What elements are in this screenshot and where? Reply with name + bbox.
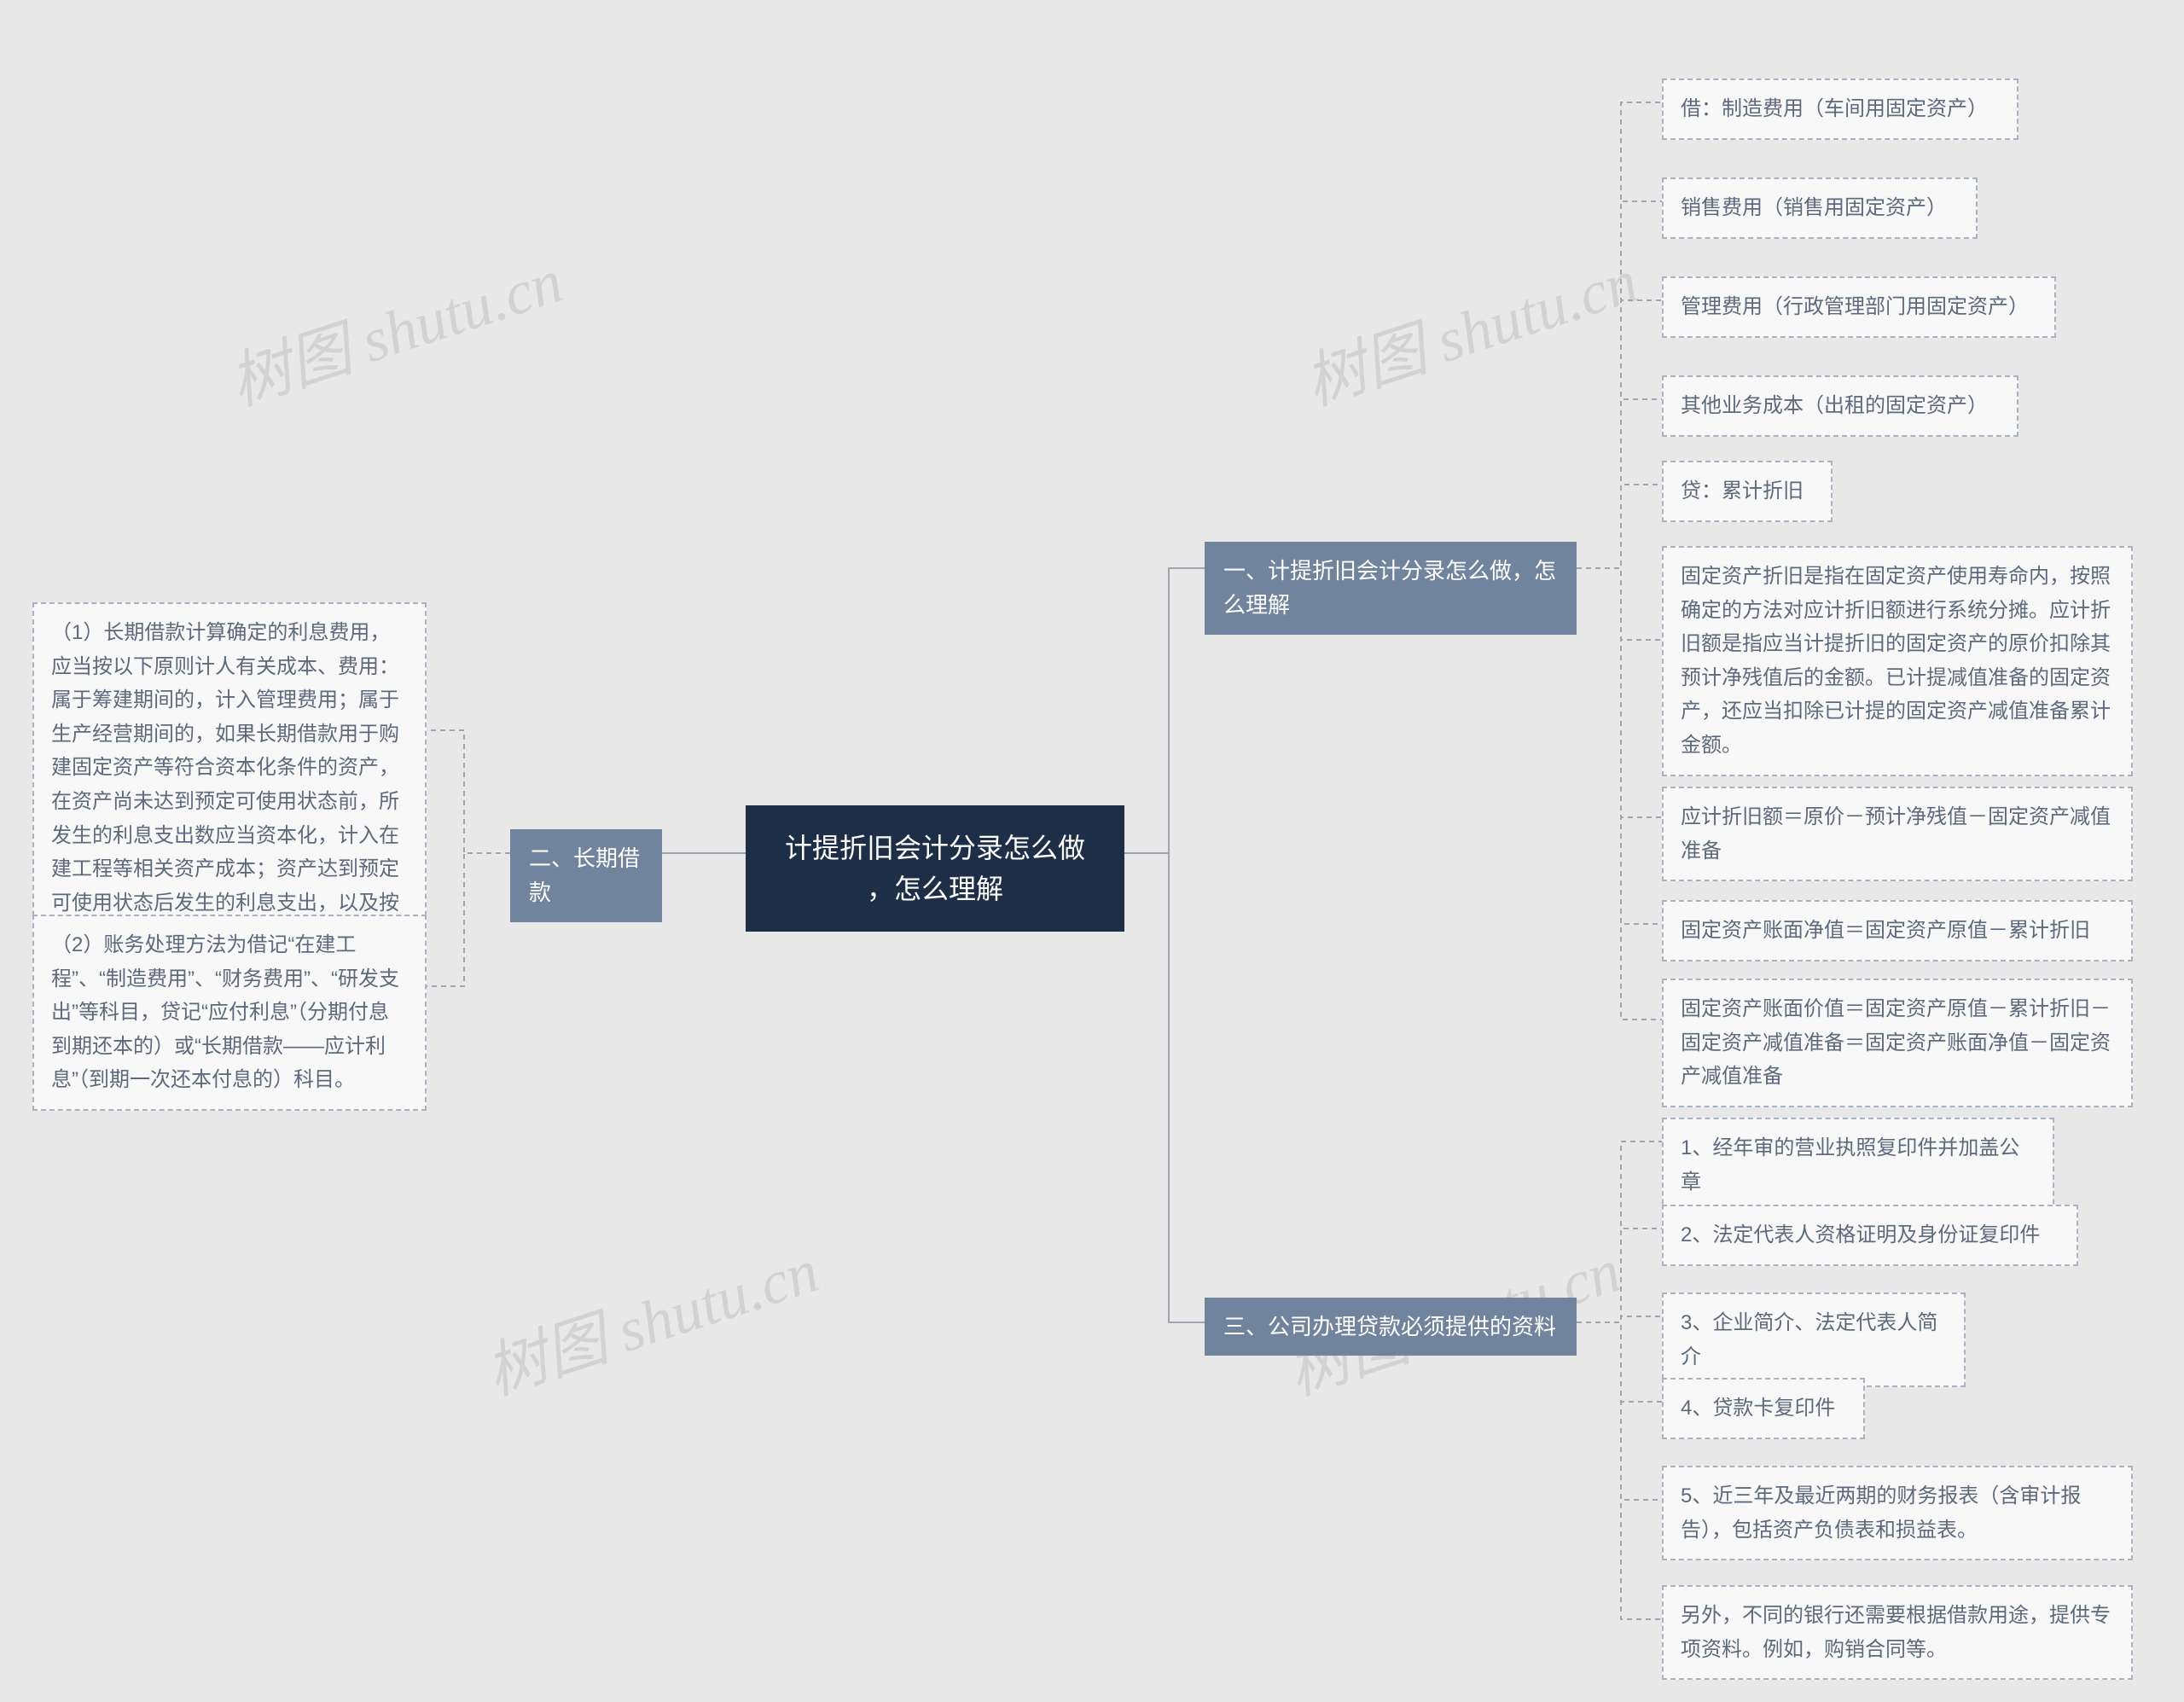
- leaf-b1-5: 固定资产折旧是指在固定资产使用寿命内，按照确定的方法对应计折旧额进行系统分摊。应…: [1662, 546, 2133, 776]
- leaf-b2-1: （2）账务处理方法为借记“在建工程”、“制造费用”、“财务费用”、“研发支出”等…: [32, 915, 427, 1111]
- root-title: 计提折旧会计分录怎么做 ，怎么理解: [785, 833, 1085, 904]
- leaf-b3-0: 1、经年审的营业执照复印件并加盖公章: [1662, 1118, 2054, 1212]
- branch-loan-materials: 三、公司办理贷款必须提供的资料: [1205, 1298, 1577, 1356]
- leaf-b1-7: 固定资产账面净值＝固定资产原值－累计折旧: [1662, 900, 2133, 961]
- root-node: 计提折旧会计分录怎么做 ，怎么理解: [746, 805, 1124, 932]
- branch-depreciation: 一、计提折旧会计分录怎么做，怎 么理解: [1205, 542, 1577, 635]
- leaf-b3-5: 另外，不同的银行还需要根据借款用途，提供专项资料。例如，购销合同等。: [1662, 1585, 2133, 1680]
- leaf-b3-4: 5、近三年及最近两期的财务报表（含审计报告），包括资产负债表和损益表。: [1662, 1466, 2133, 1560]
- watermark: 树图 shutu.cn: [217, 230, 572, 422]
- leaf-b3-3: 4、贷款卡复印件: [1662, 1378, 1865, 1439]
- branch-long-term-loan: 二、长期借款: [510, 829, 662, 922]
- leaf-b1-2: 管理费用（行政管理部门用固定资产）: [1662, 276, 2056, 338]
- watermark: 树图 shutu.cn: [473, 1220, 828, 1412]
- leaf-b1-1: 销售费用（销售用固定资产）: [1662, 177, 1978, 239]
- leaf-b1-6: 应计折旧额＝原价－预计净残值－固定资产减值准备: [1662, 787, 2133, 881]
- leaf-b1-4: 贷：累计折旧: [1662, 461, 1833, 522]
- leaf-b3-1: 2、法定代表人资格证明及身份证复印件: [1662, 1205, 2078, 1266]
- leaf-b1-3: 其他业务成本（出租的固定资产）: [1662, 375, 2018, 437]
- leaf-b3-2: 3、企业简介、法定代表人简介: [1662, 1292, 1966, 1387]
- leaf-b1-8: 固定资产账面价值＝固定资产原值－累计折旧－固定资产减值准备＝固定资产账面净值－固…: [1662, 979, 2133, 1107]
- leaf-b1-0: 借：制造费用（车间用固定资产）: [1662, 78, 2018, 140]
- watermark: 树图 shutu.cn: [1292, 230, 1647, 422]
